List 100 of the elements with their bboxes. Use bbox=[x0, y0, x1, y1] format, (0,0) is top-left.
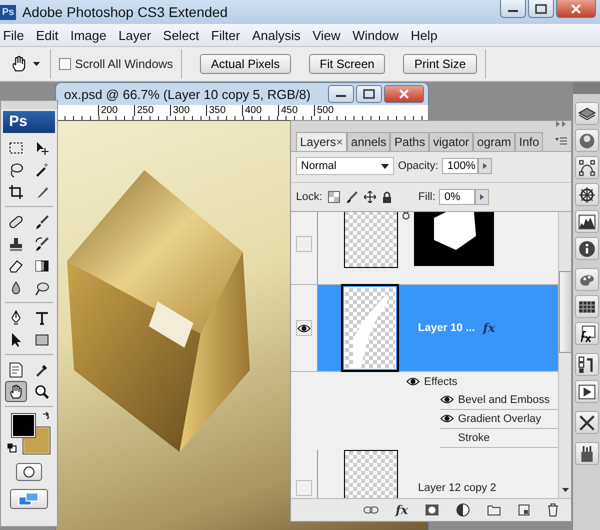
stamp-icon bbox=[8, 236, 24, 252]
visibility-toggle[interactable] bbox=[296, 480, 312, 496]
play-icon bbox=[578, 382, 596, 400]
menu-item[interactable]: Layer bbox=[118, 28, 152, 42]
opacity-field[interactable]: 100% bbox=[442, 158, 478, 174]
menu-item[interactable]: Edit bbox=[36, 28, 58, 42]
scrollbar-thumb[interactable] bbox=[558, 271, 571, 353]
path-panel-button[interactable] bbox=[575, 156, 599, 179]
zoom-option-button[interactable]: Print Size bbox=[403, 54, 477, 74]
maximize-icon bbox=[363, 89, 375, 99]
menu-item[interactable]: File bbox=[3, 28, 24, 42]
zoom-option-button[interactable]: Actual Pixels bbox=[200, 54, 291, 74]
maximize-button[interactable] bbox=[528, 0, 554, 18]
panel-tab[interactable]: Paths bbox=[390, 132, 430, 151]
lock-icon[interactable] bbox=[382, 191, 392, 203]
move-icon[interactable] bbox=[364, 191, 376, 203]
effect-row[interactable]: Bevel and Emboss bbox=[440, 391, 558, 410]
fx-style-panel-button[interactable] bbox=[575, 322, 599, 345]
effect-row[interactable]: Effects bbox=[406, 372, 558, 391]
collapse-icon[interactable] bbox=[556, 121, 568, 127]
menu-item[interactable]: View bbox=[312, 28, 340, 42]
eye-icon bbox=[297, 324, 311, 332]
quick-mask-button[interactable] bbox=[16, 463, 42, 481]
palette-panel-button[interactable] bbox=[575, 268, 599, 291]
shape-icon bbox=[34, 332, 50, 348]
scroll-all-checkbox[interactable]: Scroll All Windows bbox=[59, 57, 174, 71]
layers-panel-button[interactable] bbox=[575, 102, 599, 125]
color-icon bbox=[578, 132, 596, 150]
dodge-icon bbox=[34, 280, 50, 296]
opacity-slider-button[interactable] bbox=[478, 158, 492, 174]
swap-colors-icon[interactable] bbox=[41, 411, 51, 421]
close-button[interactable] bbox=[556, 0, 596, 18]
menu-item[interactable]: Select bbox=[163, 28, 200, 42]
layer-row[interactable] bbox=[291, 212, 558, 285]
visibility-toggle[interactable] bbox=[296, 236, 312, 252]
scrollbar[interactable] bbox=[558, 212, 571, 498]
effects-badge[interactable]: fx bbox=[482, 321, 496, 335]
path-icon bbox=[578, 158, 596, 176]
panel-tab[interactable]: vigator bbox=[429, 132, 474, 151]
fill-field[interactable]: 0% bbox=[439, 189, 476, 205]
actions-panel-button[interactable] bbox=[575, 353, 599, 376]
menu-item[interactable]: Window bbox=[352, 28, 399, 42]
down-arrow-icon[interactable] bbox=[562, 488, 568, 492]
info-icon bbox=[578, 240, 596, 258]
eraser-icon bbox=[8, 258, 24, 274]
play-panel-button[interactable] bbox=[575, 380, 599, 403]
brush-icon[interactable] bbox=[346, 191, 358, 203]
half-circle-icon[interactable] bbox=[456, 503, 470, 517]
panel-tab[interactable]: annels bbox=[347, 132, 390, 151]
maximize-button[interactable] bbox=[356, 85, 382, 103]
dock-grip[interactable] bbox=[573, 82, 600, 94]
zoom-option-button[interactable]: Fit Screen bbox=[308, 54, 386, 74]
layer-name: Layer 12 copy 2 bbox=[418, 482, 496, 494]
default-colors-icon[interactable] bbox=[7, 443, 17, 453]
trash-icon[interactable] bbox=[547, 503, 559, 517]
eye-icon bbox=[440, 414, 454, 423]
minimize-button[interactable] bbox=[328, 85, 354, 103]
brush-icon bbox=[34, 214, 50, 230]
panel-tab[interactable]: Info bbox=[515, 132, 544, 151]
layer-row[interactable]: Layer 10 ... fx bbox=[291, 285, 558, 372]
menu-item[interactable]: Filter bbox=[211, 28, 240, 42]
histogram-panel-button[interactable] bbox=[575, 210, 599, 233]
toolbox-grip[interactable] bbox=[1, 101, 57, 109]
color-swatches[interactable] bbox=[11, 413, 51, 455]
folder-icon[interactable] bbox=[487, 504, 501, 516]
hand-icon bbox=[10, 55, 28, 73]
eye-icon bbox=[406, 376, 420, 386]
color-panel-button[interactable] bbox=[575, 129, 599, 152]
new-layer-icon[interactable] bbox=[518, 504, 530, 516]
fill-slider-button[interactable] bbox=[475, 189, 490, 205]
effect-row[interactable]: Gradient Overlay bbox=[440, 410, 558, 429]
caret-icon bbox=[33, 62, 40, 66]
lock-transparency-icon[interactable] bbox=[328, 191, 340, 203]
visibility-toggle[interactable] bbox=[296, 320, 312, 336]
effect-name: Stroke bbox=[458, 432, 490, 444]
panel-tab[interactable]: ogram bbox=[473, 132, 516, 151]
menu-item[interactable]: Analysis bbox=[252, 28, 300, 42]
tools-panel-button[interactable] bbox=[575, 411, 599, 434]
info-panel-button[interactable] bbox=[575, 237, 599, 260]
wheel-panel-button[interactable] bbox=[575, 183, 599, 206]
mask-icon[interactable] bbox=[425, 504, 439, 516]
layer-thumbnail bbox=[344, 450, 398, 498]
close-icon bbox=[398, 89, 410, 99]
type-icon bbox=[34, 310, 50, 326]
histogram-icon bbox=[578, 212, 596, 230]
menu-item[interactable]: Help bbox=[410, 28, 438, 42]
add-style-button[interactable]: fx bbox=[396, 503, 408, 517]
minimize-button[interactable] bbox=[500, 0, 526, 18]
layer-name: Layer 10 ... bbox=[418, 322, 475, 334]
grid-panel-button[interactable] bbox=[575, 295, 599, 318]
menu-icon[interactable] bbox=[555, 137, 567, 145]
link-icon[interactable] bbox=[362, 506, 379, 514]
panel-tab[interactable]: Layers× bbox=[296, 132, 348, 151]
screen-mode-button[interactable] bbox=[10, 489, 48, 509]
blend-mode-dropdown[interactable]: Normal bbox=[296, 157, 394, 175]
hand-tool[interactable] bbox=[5, 381, 27, 402]
menu-item[interactable]: Image bbox=[70, 28, 106, 42]
close-button[interactable] bbox=[384, 85, 424, 103]
brushes-panel-button[interactable] bbox=[575, 442, 599, 465]
tools-icon bbox=[578, 414, 596, 432]
